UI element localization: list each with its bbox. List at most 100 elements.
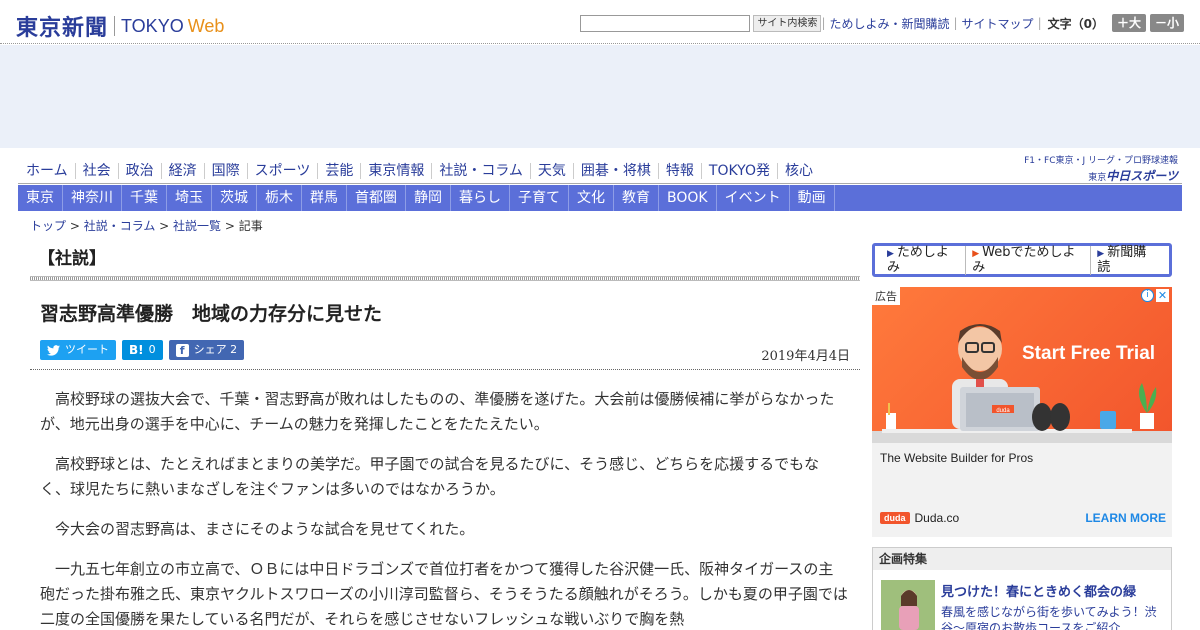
breadcrumb-top[interactable]: トップ: [30, 219, 66, 233]
sub-nav-item-tokyo[interactable]: 東京: [18, 185, 63, 211]
sub-nav-item-living[interactable]: 暮らし: [451, 185, 510, 211]
chunichi-name: 中日スポーツ: [1106, 169, 1178, 183]
sub-nav-item-video[interactable]: 動画: [790, 185, 835, 211]
ad-description[interactable]: The Website Builder for Pros: [880, 451, 1033, 465]
article-divider: [30, 369, 860, 370]
sub-nav: 東京 神奈川 千葉 埼玉 茨城 栃木 群馬 首都圏 静岡 暮らし 子育て 文化 …: [18, 185, 1182, 211]
tool-divider: |: [821, 16, 826, 30]
breadcrumb-current: 記事: [238, 219, 263, 233]
article-title: 習志野高準優勝 地域の力存分に見せた: [40, 303, 383, 325]
subscribe-link[interactable]: ▶ 新聞購読: [1091, 245, 1163, 275]
feature-text[interactable]: 春風を感じながら街を歩いてみよう！渋谷～原宿のお散歩コースをご紹介: [941, 604, 1167, 630]
tweet-button[interactable]: ツイート: [40, 340, 116, 360]
main-nav-item-sports[interactable]: スポーツ: [248, 163, 319, 179]
chunichi-logo: 東京中日スポーツ: [1024, 167, 1178, 184]
facebook-icon: f: [175, 343, 189, 357]
feature-thumbnail[interactable]: [881, 580, 935, 630]
font-size-down-button[interactable]: －小: [1149, 14, 1184, 32]
sub-nav-item-ibaraki[interactable]: 茨城: [212, 185, 257, 211]
ad-learn-more-button[interactable]: LEARN MORE: [1085, 511, 1166, 525]
trial-subscribe-link[interactable]: ためしよみ・新聞購読: [829, 15, 949, 32]
breadcrumb-sep: >: [221, 219, 239, 233]
ad-brand[interactable]: duda Duda.co: [880, 511, 959, 525]
web-trial-read-link[interactable]: ▶ Webでためしよみ: [966, 244, 1092, 275]
main-nav-item-special[interactable]: 特報: [659, 163, 702, 179]
twitter-icon: [47, 344, 60, 356]
article-date: 2019年4月4日: [761, 349, 850, 364]
feature-box: 企画特集 見つけた！春にときめく都会の緑 春風を感じながら街を歩いてみよう！渋谷…: [872, 547, 1172, 630]
breadcrumb: トップ > 社説・コラム > 社説一覧 > 記事: [30, 217, 263, 234]
chunichi-tagline: F1・FC東京・J リーグ・プロ野球速報: [1024, 156, 1178, 166]
tool-divider: |: [953, 16, 958, 30]
logo-divider: [114, 16, 116, 36]
feature-title[interactable]: 見つけた！春にときめく都会の緑: [941, 581, 1136, 600]
sub-nav-item-education[interactable]: 教育: [614, 185, 659, 211]
hatena-bookmark-button[interactable]: B! 0: [122, 340, 163, 360]
sub-nav-item-book[interactable]: BOOK: [659, 185, 717, 211]
site-search-input[interactable]: [580, 14, 751, 32]
article-paragraph: 高校野球とは、たとえればまとまりの美学だ。甲子園での試合を見るたびに、そう感じ、…: [40, 455, 820, 498]
sub-nav-item-culture[interactable]: 文化: [569, 185, 614, 211]
site-search-button[interactable]: サイト内検索: [753, 14, 822, 32]
trial-read-link[interactable]: ▶ ためしよみ: [881, 244, 967, 275]
main-nav-item-tokyo-info[interactable]: 東京情報: [361, 163, 433, 179]
sub-nav-item-tochigi[interactable]: 栃木: [257, 185, 302, 211]
arrow-right-icon: ▶: [1097, 248, 1105, 259]
tweet-label: ツイート: [65, 343, 109, 356]
article-body: 高校野球の選抜大会で、千葉・習志野高が敗れはしたものの、準優勝を遂げた。大会前は…: [40, 387, 848, 630]
main-nav-item-entertainment[interactable]: 芸能: [318, 163, 362, 179]
section-title: 【社説】: [38, 249, 106, 269]
facebook-share-button[interactable]: f シェア 2: [168, 340, 245, 360]
breadcrumb-sep: >: [155, 219, 174, 233]
ad-label: 広告: [872, 287, 900, 305]
article-paragraph: 一九五七年創立の市立高で、ＯＢには中日ドラゴンズで首位打者をかつて獲得した谷沢健…: [40, 560, 848, 628]
sub-nav-item-shizuoka[interactable]: 静岡: [406, 185, 451, 211]
ad-image[interactable]: duda 広告 i ✕ Start Free Trial: [872, 287, 1172, 443]
arrow-right-icon: ▶: [887, 248, 894, 259]
article-paragraph: 今大会の習志野高は、まさにそのような試合を見せてくれた。: [55, 520, 475, 538]
site-logo[interactable]: 東京新聞 TOKYO Web: [16, 10, 224, 42]
main-nav-item-society[interactable]: 社会: [76, 163, 119, 179]
section-divider: [30, 276, 860, 281]
main-nav-item-editorial[interactable]: 社説・コラム: [432, 163, 531, 179]
feature-heading: 企画特集: [873, 548, 1171, 570]
duda-logo-icon: duda: [880, 512, 910, 524]
facebook-share-count: 2: [230, 343, 238, 356]
ad-info-icon[interactable]: i: [1141, 289, 1154, 302]
main-nav-item-home[interactable]: ホーム: [18, 163, 76, 179]
subscribe-box: ▶ ためしよみ ▶ Webでためしよみ ▶ 新聞購読: [872, 243, 1172, 277]
main-nav-item-world[interactable]: 国際: [205, 163, 248, 179]
article-paragraph: 高校野球の選抜大会で、千葉・習志野高が敗れはしたものの、準優勝を遂げた。大会前は…: [40, 390, 835, 433]
main-nav-item-tokyo-hatsu[interactable]: TOKYO発: [702, 163, 778, 179]
breadcrumb-column[interactable]: 社説・コラム: [84, 219, 156, 233]
sub-nav-item-kanagawa[interactable]: 神奈川: [63, 185, 122, 211]
trial-read-label: ためしよみ: [887, 244, 949, 275]
main-nav-item-core[interactable]: 核心: [778, 163, 820, 179]
sub-nav-item-event[interactable]: イベント: [717, 185, 790, 211]
sitemap-link[interactable]: サイトマップ: [962, 15, 1034, 32]
sidebar-ad[interactable]: duda 広告 i ✕ Start Free Trial The Website…: [872, 287, 1172, 537]
chunichi-tag: 東京: [1088, 173, 1107, 183]
font-size-up-button[interactable]: ＋大: [1111, 14, 1146, 32]
main-nav-item-go-shogi[interactable]: 囲碁・将棋: [574, 163, 659, 179]
breadcrumb-list[interactable]: 社説一覧: [173, 219, 221, 233]
facebook-share-label: シェア: [193, 343, 227, 356]
ad-screen-brand: duda: [996, 408, 1010, 414]
sub-nav-item-chiba[interactable]: 千葉: [122, 185, 167, 211]
sub-nav-item-metro[interactable]: 首都圏: [347, 185, 406, 211]
main-nav-item-weather[interactable]: 天気: [531, 163, 574, 179]
arrow-right-icon: ▶: [972, 248, 980, 259]
sub-nav-item-parenting[interactable]: 子育て: [510, 185, 569, 211]
main-nav-item-economy[interactable]: 経済: [162, 163, 205, 179]
web-trial-read-label: Webでためしよみ: [972, 244, 1076, 275]
top-ad-banner[interactable]: [0, 45, 1200, 148]
chunichi-sports-link[interactable]: F1・FC東京・J リーグ・プロ野球速報 東京中日スポーツ: [1024, 153, 1178, 184]
sub-nav-item-gunma[interactable]: 群馬: [302, 185, 347, 211]
share-buttons: ツイート B! 0 f シェア 2: [40, 340, 250, 360]
sub-nav-item-saitama[interactable]: 埼玉: [167, 185, 212, 211]
ad-headline[interactable]: Start Free Trial: [1022, 343, 1155, 365]
main-nav-item-politics[interactable]: 政治: [119, 163, 162, 179]
ad-close-icon[interactable]: ✕: [1156, 289, 1169, 302]
feature-photo: [881, 580, 935, 630]
hatena-icon: B!: [129, 343, 144, 357]
